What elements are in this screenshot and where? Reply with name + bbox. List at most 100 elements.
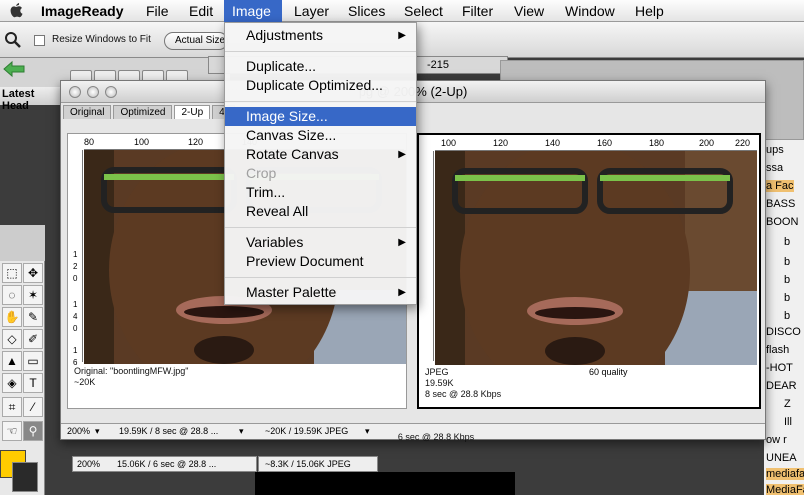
magic-wand-icon[interactable]: ✶ [23, 285, 43, 305]
download-info[interactable]: 15.06K / 6 sec @ 28.8 ... [117, 459, 216, 469]
tab-optimized[interactable]: Optimized [113, 105, 173, 119]
list-item[interactable]: b [784, 310, 790, 322]
eyedropper-icon[interactable]: ⁄ [23, 397, 43, 417]
menu-slices[interactable]: Slices [348, 3, 385, 19]
menu-filter[interactable]: Filter [462, 3, 493, 19]
chevron-down-icon[interactable]: ▾ [95, 426, 100, 437]
menu-item-image-size[interactable]: Image Size... [225, 107, 416, 126]
menu-item-label: Master Palette [246, 284, 337, 300]
list-item[interactable]: b [784, 256, 790, 268]
apple-icon[interactable] [8, 2, 24, 20]
menu-item-reveal-all[interactable]: Reveal All [225, 202, 416, 221]
zoom-button[interactable] [105, 86, 117, 98]
list-item[interactable]: mediafac [766, 468, 804, 480]
menu-window[interactable]: Window [565, 3, 615, 19]
optimized-format: JPEG [425, 367, 449, 377]
file-list-panel: ups ssa a Fac BASS BOON b b b b b DISCO … [764, 140, 804, 495]
resize-windows-checkbox[interactable] [34, 35, 45, 46]
optimized-download-time: 8 sec @ 28.8 Kbps [425, 389, 502, 399]
zoom-level[interactable]: 200% [77, 459, 100, 469]
original-info: Original: "boontlingMFW.jpg" ~20K [74, 366, 188, 388]
ruler-label: 220 [735, 138, 751, 148]
menu-item-duplicate[interactable]: Duplicate... [225, 57, 416, 76]
menu-item-master-palette[interactable]: Master Palette ▶ [225, 283, 416, 302]
history-tab[interactable]: Latest Head [0, 87, 62, 112]
pencil-tool-icon[interactable]: ✐ [23, 329, 43, 349]
list-item[interactable]: BASS [766, 198, 795, 210]
menu-edit[interactable]: Edit [189, 3, 213, 19]
actual-size-button[interactable]: Actual Size [164, 32, 228, 50]
horizontal-ruler: 100 120 140 160 180 200 220 [435, 137, 757, 151]
ruler-label: 120 [493, 138, 509, 148]
background-color-swatch[interactable] [12, 462, 38, 492]
menu-view[interactable]: View [514, 3, 544, 19]
type-tool-icon[interactable]: T [23, 373, 43, 393]
list-item[interactable]: ups [766, 144, 784, 156]
original-filename: Original: "boontlingMFW.jpg" [74, 366, 189, 376]
menu-item-trim[interactable]: Trim... [225, 183, 416, 202]
doc1-compare-field[interactable]: ~8.3K / 15.06K JPEG [258, 456, 378, 472]
menu-item-variables[interactable]: Variables ▶ [225, 233, 416, 252]
list-item[interactable]: Z [784, 398, 791, 410]
menu-image[interactable]: Image [224, 0, 282, 22]
tab-2up[interactable]: 2-Up [174, 105, 211, 119]
move-tool-icon[interactable]: ✥ [23, 263, 43, 283]
list-item[interactable]: Ill [784, 416, 792, 428]
lasso-tool-icon[interactable]: ◌ [2, 285, 22, 305]
hand-tool-2-icon[interactable]: ☜ [2, 421, 22, 441]
menu-item-crop: Crop [246, 165, 277, 181]
list-item[interactable]: b [784, 236, 790, 248]
rectangle-tool-icon[interactable]: ▭ [23, 351, 43, 371]
zoom-level[interactable]: 200% [67, 426, 90, 436]
menu-item-canvas-size[interactable]: Canvas Size... [225, 126, 416, 145]
ruler-label: 1 [73, 250, 78, 259]
list-item[interactable]: MediaFac [766, 484, 804, 495]
size-comparison[interactable]: ~20K / 19.59K JPEG [265, 426, 348, 436]
doc1-status-bar: 200% 15.06K / 6 sec @ 28.8 ... [72, 456, 257, 472]
eraser-tool-icon[interactable]: ◇ [2, 329, 22, 349]
zoom-tool-2-icon[interactable]: ⚲ [23, 421, 43, 441]
menu-select[interactable]: Select [404, 3, 443, 19]
list-item[interactable]: -HOT [766, 362, 793, 374]
download-info[interactable]: 19.59K / 8 sec @ 28.8 ... [119, 426, 218, 436]
app-name[interactable]: ImageReady [41, 3, 123, 19]
list-item[interactable]: UNEA [766, 452, 797, 464]
list-item[interactable]: DISCO [766, 326, 801, 338]
menu-file[interactable]: File [146, 3, 169, 19]
hand-tool-icon[interactable]: ✋ [2, 307, 22, 327]
optimized-info: JPEG 19.59K 8 sec @ 28.8 Kbps [425, 367, 501, 400]
back-arrow-icon[interactable] [2, 60, 26, 78]
marquee-tool-icon[interactable]: ⬚ [2, 263, 22, 283]
menu-item-duplicate-optimized[interactable]: Duplicate Optimized... [225, 76, 416, 95]
list-item[interactable]: a Fac [766, 180, 794, 192]
doc1-canvas [255, 472, 515, 495]
menu-item-label: Adjustments [246, 27, 324, 43]
list-item[interactable]: ow r [766, 434, 787, 446]
download-time-text: 6 sec @ 28.8 Kbps [397, 432, 475, 442]
close-button[interactable] [69, 86, 81, 98]
chevron-down-icon[interactable]: ▾ [365, 426, 370, 437]
list-item[interactable]: DEAR [766, 380, 797, 392]
menu-item-rotate-canvas[interactable]: Rotate Canvas ▶ [225, 145, 416, 164]
ruler-label: 200 [699, 138, 715, 148]
chevron-down-icon[interactable]: ▾ [239, 426, 244, 437]
list-item[interactable]: b [784, 292, 790, 304]
list-item[interactable]: flash [766, 344, 789, 356]
zoom-tool-icon[interactable] [2, 30, 24, 50]
minimize-button[interactable] [87, 86, 99, 98]
list-item[interactable]: BOON [766, 216, 798, 228]
menu-layer[interactable]: Layer [294, 3, 329, 19]
slice-tool-icon[interactable]: ✎ [23, 307, 43, 327]
menu-help[interactable]: Help [635, 3, 664, 19]
stamp-tool-icon[interactable]: ▲ [2, 351, 22, 371]
list-item[interactable]: ssa [766, 162, 783, 174]
menu-item-adjustments[interactable]: Adjustments ▶ [225, 26, 416, 45]
tab-original[interactable]: Original [63, 105, 112, 119]
paint-bucket-icon[interactable]: ◈ [2, 373, 22, 393]
crop-tool-icon[interactable]: ⌗ [2, 397, 22, 417]
menu-item-preview-document[interactable]: Preview Document [225, 252, 416, 271]
submenu-arrow-icon: ▶ [398, 287, 406, 298]
list-item[interactable]: b [784, 274, 790, 286]
optimized-pane[interactable]: 100 120 140 160 180 200 220 JPEG 19.59K … [417, 133, 761, 409]
doc1-title-fragment: -215 [427, 59, 450, 71]
